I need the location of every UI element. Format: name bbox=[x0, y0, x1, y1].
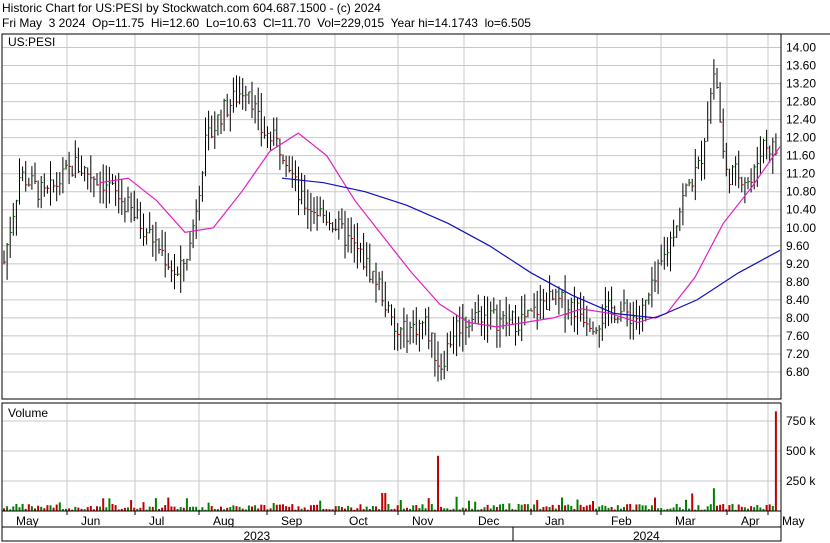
axis-labels: 14.00 13.60 13.20 12.80 12.40 12.00 11.60 11.20… bbox=[16, 41, 816, 543]
chart-title: Historic Chart for US:PESI by Stockwatch… bbox=[2, 1, 381, 15]
price-tick-label: 9.60 bbox=[786, 239, 810, 253]
price-tick-label: 12.80 bbox=[786, 95, 816, 109]
price-tick-label: 12.00 bbox=[786, 131, 816, 145]
month-label: Sep bbox=[281, 514, 303, 528]
volume-panel-frame bbox=[1, 402, 782, 512]
month-label: Aug bbox=[213, 514, 234, 528]
month-label: Oct bbox=[349, 514, 368, 528]
price-tick-label: 13.60 bbox=[786, 59, 816, 73]
month-label: May bbox=[782, 514, 805, 528]
price-tick-label: 10.40 bbox=[786, 203, 816, 217]
moving-average-short bbox=[99, 132, 781, 328]
price-tick-label: 6.80 bbox=[786, 365, 810, 379]
volume-bars bbox=[3, 411, 777, 511]
price-tick-label: 8.80 bbox=[786, 275, 810, 289]
axes bbox=[1, 33, 830, 542]
price-tick-label: 10.00 bbox=[786, 221, 816, 235]
price-grid bbox=[1, 34, 781, 399]
price-tick-label: 12.40 bbox=[786, 113, 816, 127]
price-tick-label: 7.60 bbox=[786, 329, 810, 343]
symbol-label: US:PESI bbox=[8, 35, 55, 49]
year-label: 2024 bbox=[633, 529, 660, 543]
month-label: Jan bbox=[545, 514, 564, 528]
price-tick-label: 13.20 bbox=[786, 77, 816, 91]
volume-tick-label: 750 k bbox=[786, 414, 816, 428]
month-label: Apr bbox=[741, 514, 760, 528]
price-tick-label: 9.20 bbox=[786, 257, 810, 271]
stock-chart: 14.00 13.60 13.20 12.80 12.40 12.00 11.60 11.20… bbox=[1, 33, 830, 543]
price-panel-frame bbox=[1, 33, 782, 400]
price-tick-label: 10.80 bbox=[786, 185, 816, 199]
price-tick-label: 11.60 bbox=[786, 149, 815, 163]
volume-grid bbox=[1, 403, 781, 511]
month-label: Feb bbox=[611, 514, 632, 528]
quote-summary: Fri May 3 2024 Op=11.75 Hi=12.60 Lo=10.6… bbox=[2, 16, 531, 30]
price-tick-label: 7.20 bbox=[786, 347, 810, 361]
volume-tick-label: 250 k bbox=[786, 474, 816, 488]
month-label: Dec bbox=[478, 514, 499, 528]
month-label: Jun bbox=[81, 514, 100, 528]
year-axis-frame bbox=[1, 526, 782, 542]
month-label: Mar bbox=[675, 514, 696, 528]
price-bars bbox=[3, 59, 778, 382]
volume-label: Volume bbox=[8, 406, 48, 420]
price-tick-label: 11.20 bbox=[786, 167, 815, 181]
volume-tick-label: 500 k bbox=[786, 444, 816, 458]
month-label: May bbox=[16, 514, 39, 528]
year-label: 2023 bbox=[244, 529, 271, 543]
price-tick-label: 8.40 bbox=[786, 293, 810, 307]
price-tick-label: 14.00 bbox=[786, 41, 816, 55]
month-label: Nov bbox=[412, 514, 433, 528]
price-tick-label: 8.00 bbox=[786, 311, 810, 325]
month-axis-frame bbox=[1, 510, 782, 528]
month-label: Jul bbox=[149, 514, 164, 528]
